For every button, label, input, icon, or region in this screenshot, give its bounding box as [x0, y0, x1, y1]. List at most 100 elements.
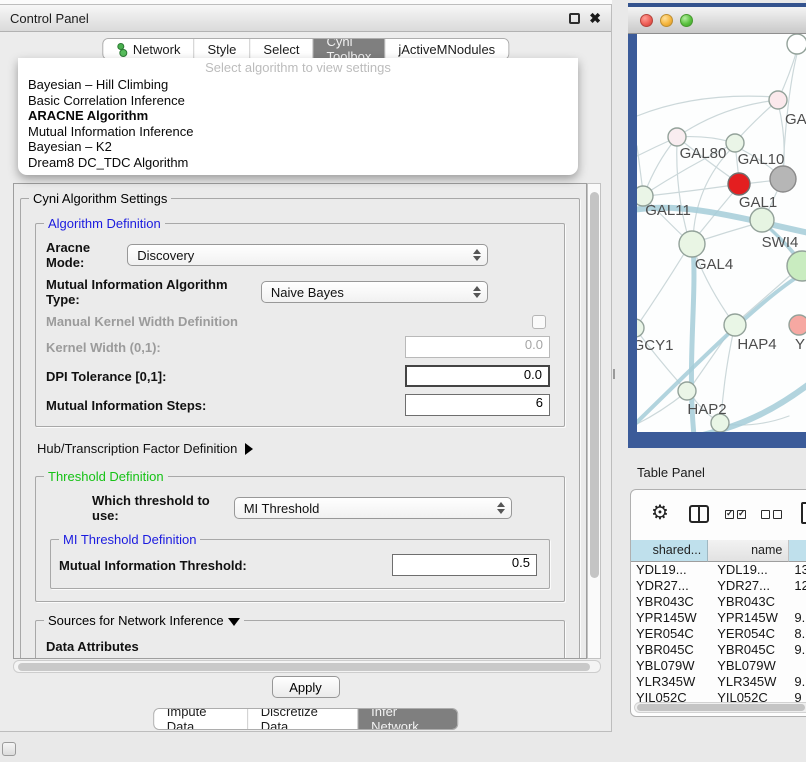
- minimize-traffic-light-icon[interactable]: [660, 14, 673, 27]
- table-cell: 13: [789, 562, 806, 578]
- collapse-down-icon: [228, 618, 240, 626]
- which-threshold-label: Which threshold to use:: [92, 493, 234, 523]
- settings-vertical-scrollbar[interactable]: [587, 183, 601, 659]
- column-header-shared[interactable]: shared...: [631, 540, 708, 562]
- cyni-algorithm-settings-group: Cyni Algorithm Settings Algorithm Defini…: [20, 198, 580, 659]
- column-header-2[interactable]: [789, 540, 806, 562]
- gear-icon[interactable]: ⚙: [651, 503, 669, 523]
- node-label-gal: GAL: [785, 111, 806, 128]
- manual-kernel-checkbox[interactable]: [532, 315, 546, 329]
- sources-title[interactable]: Sources for Network Inference: [44, 613, 244, 628]
- select-all-checkbox-icon[interactable]: [725, 510, 734, 519]
- cyni-bottom-tabs: Impute DataDiscretize DataInfer Network: [153, 708, 459, 730]
- node-salmon[interactable]: [789, 315, 806, 335]
- table-row[interactable]: YLR345WYLR345W9.: [631, 674, 806, 690]
- algorithm-item-dream8-dc-tdc-algorithm[interactable]: Dream8 DC_TDC Algorithm: [18, 155, 578, 171]
- network-edge[interactable]: [737, 272, 794, 322]
- table-toolbar: ⚙: [631, 490, 806, 540]
- scrollbar-thumb[interactable]: [18, 663, 590, 671]
- network-window-titlebar[interactable]: [628, 3, 806, 34]
- network-edge[interactable]: [637, 139, 673, 156]
- hub-definition-toggle[interactable]: Hub/Transcription Factor Definition: [37, 441, 573, 456]
- threshold-definition-group: Threshold Definition Which threshold to …: [35, 476, 565, 602]
- sources-group: Sources for Network Inference Data Attri…: [35, 620, 565, 659]
- zoom-traffic-light-icon[interactable]: [680, 14, 693, 27]
- document-icon[interactable]: [801, 502, 806, 524]
- algorithm-item-mutual-information-inference[interactable]: Mutual Information Inference: [18, 124, 578, 140]
- node-hap4[interactable]: [724, 314, 746, 336]
- node-swi4[interactable]: [750, 208, 774, 232]
- algorithm-item-basic-correlation-inference[interactable]: Basic Correlation Inference: [18, 93, 578, 109]
- tab-infer-network[interactable]: Infer Network: [358, 709, 457, 729]
- algorithm-item-aracne-algorithm[interactable]: ARACNE Algorithm: [18, 108, 578, 124]
- tab-cyni-toolbox[interactable]: Cyni Toolbox: [314, 39, 386, 59]
- table-row[interactable]: YBL079WYBL079W: [631, 658, 806, 674]
- table-row[interactable]: YPR145WYPR145W9.: [631, 610, 806, 626]
- node-gal80[interactable]: [668, 128, 686, 146]
- node-label-gal10: GAL10: [738, 151, 785, 168]
- kernel-width-input[interactable]: 0.0: [405, 336, 550, 358]
- algorithm-item-bayesian-hill-climbing[interactable]: Bayesian – Hill Climbing: [18, 77, 578, 93]
- node-partial-top[interactable]: [787, 34, 806, 54]
- table-cell: YDR27...: [631, 578, 708, 594]
- node-gal-pink[interactable]: [769, 91, 787, 109]
- node-big-green[interactable]: [787, 251, 806, 281]
- table-rows: YDL19...YDL19...13YDR27...YDR27...12YBR0…: [631, 562, 806, 706]
- network-canvas[interactable]: GALGAL80GAL10GAL1GAL11SWI4GAL4GCY1HAP4YH…: [637, 34, 806, 432]
- node-label-gal1: GAL1: [739, 194, 777, 211]
- table-row[interactable]: YBR045CYBR045C9.: [631, 642, 806, 658]
- deselect-all-checkbox-icon[interactable]: [773, 510, 782, 519]
- node-gray[interactable]: [770, 166, 796, 192]
- scrollbar-thumb[interactable]: [590, 192, 599, 578]
- table-row[interactable]: YER054CYER054C8.: [631, 626, 806, 642]
- mi-algorithm-type-select[interactable]: Naive Bayes: [261, 281, 488, 303]
- network-edge[interactable]: [647, 185, 734, 196]
- minimized-panel-icon[interactable]: [2, 742, 16, 756]
- dpi-tolerance-input[interactable]: 0.0: [405, 365, 550, 387]
- network-edge[interactable]: [637, 96, 775, 116]
- apply-button[interactable]: Apply: [272, 676, 340, 698]
- aracne-mode-select[interactable]: Discovery: [127, 244, 488, 266]
- node-hap2[interactable]: [678, 382, 696, 400]
- panel-splitter-handle[interactable]: [613, 369, 616, 379]
- tab-network[interactable]: Network: [103, 39, 195, 59]
- tab-impute-data[interactable]: Impute Data: [154, 709, 248, 729]
- table-cell: 9.: [789, 610, 806, 626]
- table-cell: YBR043C: [708, 594, 789, 610]
- node-gal10[interactable]: [726, 134, 744, 152]
- settings-horizontal-scrollbar[interactable]: [13, 660, 601, 673]
- network-edge[interactable]: [637, 249, 687, 326]
- split-columns-icon[interactable]: [689, 505, 709, 523]
- tab-jactivemnodules[interactable]: jActiveMNodules: [385, 39, 508, 59]
- network-edge[interactable]: [677, 100, 778, 137]
- scrollbar-thumb[interactable]: [637, 704, 805, 711]
- table-cell: YBL079W: [631, 658, 708, 674]
- table-cell: YPR145W: [708, 610, 789, 626]
- column-header-name[interactable]: name: [708, 540, 789, 562]
- close-traffic-light-icon[interactable]: [640, 14, 653, 27]
- kernel-width-label: Kernel Width (0,1):: [46, 340, 161, 355]
- deselect-all-checkbox-icon[interactable]: [761, 510, 770, 519]
- table-cell: 9.: [789, 674, 806, 690]
- mi-threshold-input[interactable]: 0.5: [392, 554, 537, 576]
- table-cell: YLR345W: [631, 674, 708, 690]
- close-icon[interactable]: ✖: [589, 13, 601, 24]
- tab-label: Cyni Toolbox: [327, 38, 372, 60]
- float-window-icon[interactable]: [569, 13, 580, 24]
- node-gcy1[interactable]: [637, 319, 644, 337]
- tab-discretize-data[interactable]: Discretize Data: [248, 709, 358, 729]
- table-row[interactable]: YDR27...YDR27...12: [631, 578, 806, 594]
- mi-steps-input[interactable]: 6: [405, 394, 550, 416]
- table-row[interactable]: YDL19...YDL19...13: [631, 562, 806, 578]
- select-all-checkbox-icon[interactable]: [737, 510, 746, 519]
- algorithm-item-bayesian-k2[interactable]: Bayesian – K2: [18, 139, 578, 155]
- node-gal1-red[interactable]: [728, 173, 750, 195]
- node-label-gal11: GAL11: [645, 202, 691, 219]
- which-threshold-select[interactable]: MI Threshold: [234, 497, 512, 519]
- tab-style[interactable]: Style: [195, 39, 251, 59]
- table-horizontal-scrollbar[interactable]: [634, 702, 806, 713]
- tab-select[interactable]: Select: [250, 39, 313, 59]
- table-row[interactable]: YBR043CYBR043C: [631, 594, 806, 610]
- node-gal4[interactable]: [679, 231, 705, 257]
- tab-label: Style: [208, 42, 237, 57]
